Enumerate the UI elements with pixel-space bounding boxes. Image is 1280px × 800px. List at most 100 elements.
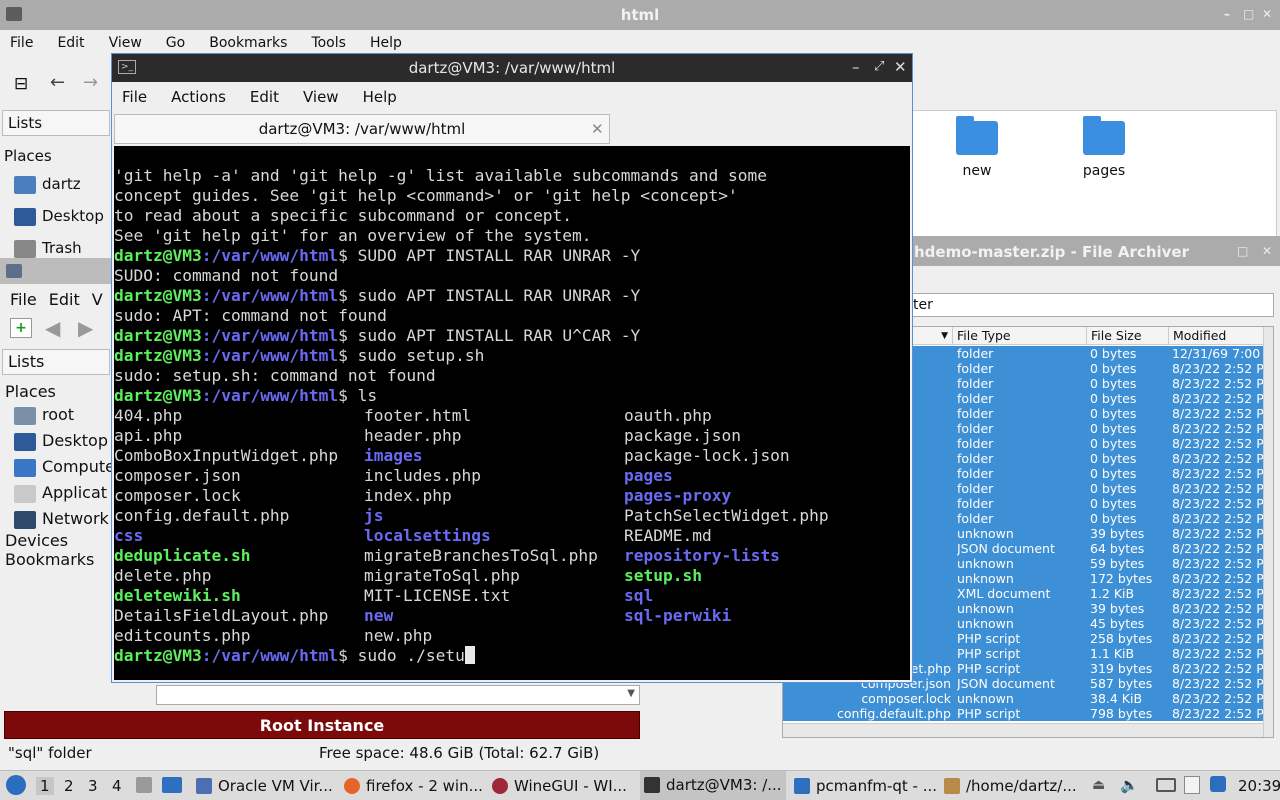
close-icon[interactable]: ✕ [1262, 8, 1274, 20]
cell-modified: 8/23/22 2:52 PI [1172, 391, 1264, 406]
task-archiver[interactable]: /home/dartz/... [944, 777, 1077, 795]
wine-icon [492, 778, 508, 794]
workspace-4[interactable]: 4 [112, 777, 122, 795]
menu-help[interactable]: Help [370, 35, 402, 51]
task-pcmanfm[interactable]: pcmanfm-qt - ... [794, 777, 937, 795]
table-row[interactable]: composer.lock unknown 38.4 KiB 8/23/22 2:52… [783, 691, 1264, 706]
sidebar-item-trash[interactable]: Trash [14, 239, 82, 258]
close-tab-icon[interactable]: ✕ [591, 120, 604, 138]
sidebar-item-computer[interactable]: Compute [14, 457, 115, 477]
sidebar-item-desktop[interactable]: Desktop [14, 207, 104, 226]
close-icon[interactable]: ✕ [1262, 245, 1274, 257]
folder-icon [6, 264, 22, 278]
minimize-icon[interactable]: – [1224, 8, 1236, 20]
app-menu-icon[interactable] [6, 775, 26, 795]
menu-view[interactable]: View [109, 35, 142, 51]
keyboard-icon[interactable] [1156, 778, 1176, 792]
task-terminal[interactable]: dartz@VM3: /... [640, 771, 786, 800]
maximize-icon[interactable]: ⤢ [874, 59, 884, 74]
cell-modified: 8/23/22 2:52 PI [1172, 541, 1264, 556]
menu-edit[interactable]: Edit [49, 290, 80, 309]
terminal-window: >_ dartz@VM3: /var/www/html – ⤢ ✕ File A… [111, 53, 913, 683]
sidebar-item-desktop[interactable]: Desktop [14, 431, 108, 451]
place-label: Trash [42, 239, 82, 257]
task-winegui[interactable]: WineGUI - WI... [492, 777, 627, 795]
menu-bookmarks[interactable]: Bookmarks [209, 35, 287, 51]
workspace-3[interactable]: 3 [88, 777, 98, 795]
clipboard-icon[interactable] [1184, 776, 1200, 794]
minimize-icon[interactable]: – [852, 58, 860, 76]
horizontal-scrollbar[interactable] [783, 723, 1263, 737]
folder-label-new[interactable]: new [951, 163, 1003, 179]
prompt-user: dartz@VM3 [114, 386, 202, 405]
cell-modified: 8/23/22 2:52 PI [1172, 706, 1264, 721]
show-desktop-icon[interactable] [136, 777, 152, 793]
sidebar-header[interactable]: Lists [2, 110, 110, 136]
place-label: Desktop [42, 431, 108, 450]
task-label: WineGUI - WI... [514, 777, 627, 795]
title-bar[interactable]: html – □ ✕ [0, 0, 1280, 30]
task-label: dartz@VM3: /... [666, 776, 782, 794]
file-manager-icon[interactable] [162, 777, 182, 793]
menu-view[interactable]: V [92, 290, 103, 309]
workspace-1[interactable]: 1 [36, 777, 54, 795]
filter-input-text: ter [913, 297, 933, 313]
sidebar-item-applications[interactable]: Applicat [14, 483, 107, 503]
folder-icon[interactable] [1083, 116, 1125, 155]
sidebar-header[interactable]: Lists [2, 349, 110, 375]
menu-go[interactable]: Go [166, 35, 185, 51]
table-row[interactable]: config.default.php PHP script 798 bytes 8/2… [783, 706, 1264, 721]
cell-type: PHP script [957, 631, 1021, 646]
title-bar[interactable]: >_ dartz@VM3: /var/www/html – ⤢ ✕ [112, 54, 912, 82]
chevron-down-icon[interactable]: ▼ [627, 688, 635, 699]
sidebar-item-network[interactable]: Network [14, 509, 109, 529]
menu-file[interactable]: File [10, 290, 37, 309]
back-arrow-icon[interactable]: ◀ [45, 316, 60, 340]
menu-edit[interactable]: Edit [57, 35, 84, 51]
folder-icon[interactable] [956, 116, 998, 155]
tab-terminal[interactable]: dartz@VM3: /var/www/html ✕ [114, 114, 610, 144]
update-icon[interactable] [1210, 776, 1226, 792]
filter-input[interactable]: ter [910, 293, 1274, 317]
cell-type: folder [957, 481, 994, 496]
terminal-output[interactable]: 'git help -a' and 'git help -g' list ava… [114, 146, 910, 680]
menu-file[interactable]: File [122, 88, 147, 106]
workspace-2[interactable]: 2 [64, 777, 74, 795]
prompt-path: :/var/www/html [201, 646, 339, 665]
back-arrow-icon[interactable]: ← [50, 72, 65, 93]
new-tab-icon[interactable]: + [10, 318, 32, 338]
task-virtualbox[interactable]: Oracle VM Vir... [196, 777, 333, 795]
cell-size: 0 bytes [1090, 511, 1137, 526]
forward-arrow-icon[interactable]: → [83, 72, 98, 93]
folder-label-pages[interactable]: pages [1073, 163, 1135, 179]
task-firefox[interactable]: firefox - 2 win... [344, 777, 483, 795]
column-header-modified[interactable]: Modified [1169, 327, 1265, 345]
sidebar-header-label: Lists [8, 114, 43, 132]
place-label: Applicat [42, 483, 108, 502]
title-bar[interactable]: hdemo-master.zip - File Archiver □ ✕ [912, 236, 1280, 266]
eject-icon[interactable]: ⏏ [1092, 777, 1105, 793]
maximize-icon[interactable]: □ [1237, 245, 1249, 257]
ls-row: delete.php migrateToSql.php setup.sh [114, 566, 910, 586]
menu-view[interactable]: View [303, 88, 339, 106]
cell-modified: 8/23/22 2:52 PI [1172, 556, 1264, 571]
menu-actions[interactable]: Actions [171, 88, 226, 106]
menu-tools[interactable]: Tools [311, 35, 346, 51]
close-icon[interactable]: ✕ [894, 58, 907, 76]
column-header-size[interactable]: File Size [1087, 327, 1169, 345]
path-combo[interactable]: ▼ [156, 685, 640, 705]
sidebar-item-root[interactable]: root [14, 405, 74, 425]
menu-file[interactable]: File [10, 35, 33, 51]
maximize-icon[interactable]: □ [1243, 8, 1255, 20]
prompt-user: dartz@VM3 [114, 646, 202, 665]
taskbar: 1 2 3 4 Oracle VM Vir... firefox - 2 win… [0, 770, 1280, 800]
forward-arrow-icon[interactable]: ▶ [78, 316, 93, 340]
volume-icon[interactable]: 🔈 [1120, 776, 1139, 794]
vertical-scrollbar[interactable] [1263, 327, 1273, 737]
new-tab-icon[interactable]: ⊟ [14, 74, 28, 94]
menu-help[interactable]: Help [363, 88, 397, 106]
sidebar-item-dartz[interactable]: dartz [14, 175, 81, 194]
clock: 20:39 [1238, 777, 1280, 795]
menu-edit[interactable]: Edit [250, 88, 279, 106]
column-header-type[interactable]: File Type [953, 327, 1087, 345]
